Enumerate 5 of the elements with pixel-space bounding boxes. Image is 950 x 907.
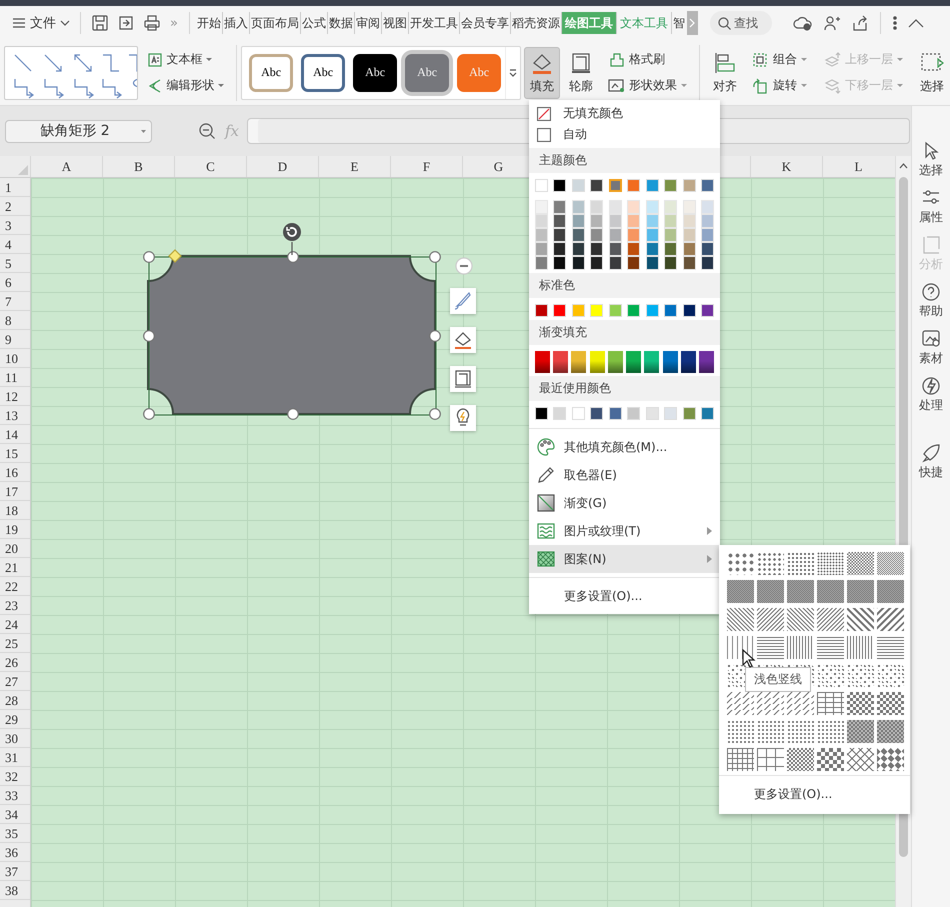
section-heading: 主题颜色 [529, 148, 720, 173]
section-heading: 最近使用颜色 [529, 376, 720, 401]
tooltip: 浅色竖线 [745, 667, 811, 692]
section-heading: 渐变填充 [529, 320, 720, 345]
section-heading: 标准色 [529, 273, 720, 298]
